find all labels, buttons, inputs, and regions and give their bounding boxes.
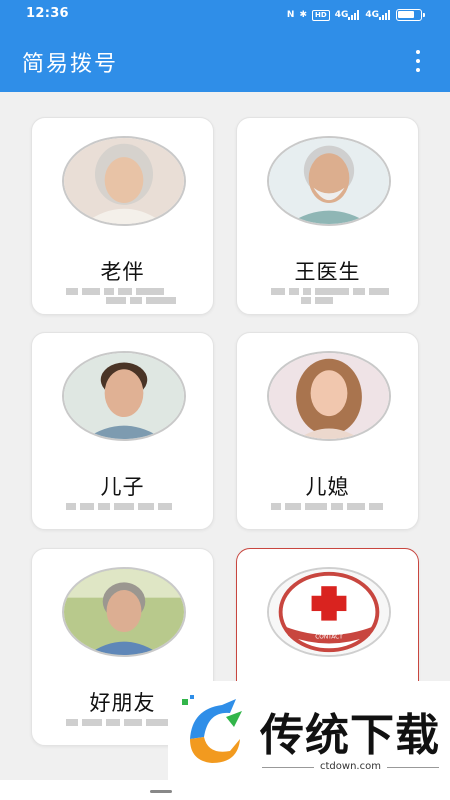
- dot-icon: [416, 68, 420, 72]
- contact-phone-obscured: [271, 288, 391, 304]
- contact-name: 王医生: [294, 260, 361, 284]
- dot-icon: [416, 59, 420, 63]
- signal-icon: 4G: [335, 10, 361, 20]
- nfc-icon: N: [286, 10, 295, 20]
- contact-phone-obscured: [66, 288, 186, 304]
- signal-icon-2: 4G: [365, 10, 391, 20]
- contact-card-old-partner[interactable]: 老伴: [31, 117, 214, 315]
- svg-text:EMERGENCY: EMERGENCY: [311, 628, 348, 634]
- young-woman-photo-icon: [267, 351, 391, 441]
- bottom-strip: [0, 780, 450, 800]
- contact-phone-obscured: [271, 503, 391, 519]
- status-bar: 12:36 N ✱ HD 4G 4G: [0, 0, 450, 30]
- ctdown-logo-icon: [182, 695, 242, 763]
- contact-card-son[interactable]: 儿子: [31, 332, 214, 530]
- app-title: 简易拨号: [22, 52, 119, 77]
- contact-name: 老伴: [100, 260, 145, 284]
- elderly-man-photo-icon: [267, 136, 391, 226]
- home-indicator[interactable]: [150, 790, 172, 793]
- hd-icon: HD: [312, 9, 330, 21]
- middle-aged-woman-photo-icon: [62, 567, 186, 657]
- watermark-title: 传统下载: [260, 710, 440, 761]
- svg-text:CONTACT: CONTACT: [315, 635, 343, 641]
- more-options-button[interactable]: [414, 50, 422, 72]
- contact-name: 儿子: [100, 475, 145, 499]
- battery-icon: [396, 9, 425, 21]
- status-icons: N ✱ HD 4G 4G: [286, 8, 425, 22]
- contact-name: 儿媳: [305, 475, 350, 499]
- watermark-overlay: 传统下载 ctdown.com: [168, 681, 450, 780]
- young-man-photo-icon: [62, 351, 186, 441]
- bluetooth-icon: ✱: [299, 10, 308, 20]
- dot-icon: [416, 50, 420, 54]
- watermark-url: ctdown.com: [262, 761, 439, 772]
- status-time: 12:36: [26, 6, 69, 21]
- emergency-red-cross-icon: EMERGENCY CONTACT: [267, 567, 391, 657]
- contact-phone-obscured: [66, 503, 186, 519]
- contact-card-daughter-in-law[interactable]: 儿媳: [236, 332, 419, 530]
- elderly-woman-photo-icon: [62, 136, 186, 226]
- contact-card-dr-wang[interactable]: 王医生: [236, 117, 419, 315]
- app-bar: 简易拨号: [0, 30, 450, 92]
